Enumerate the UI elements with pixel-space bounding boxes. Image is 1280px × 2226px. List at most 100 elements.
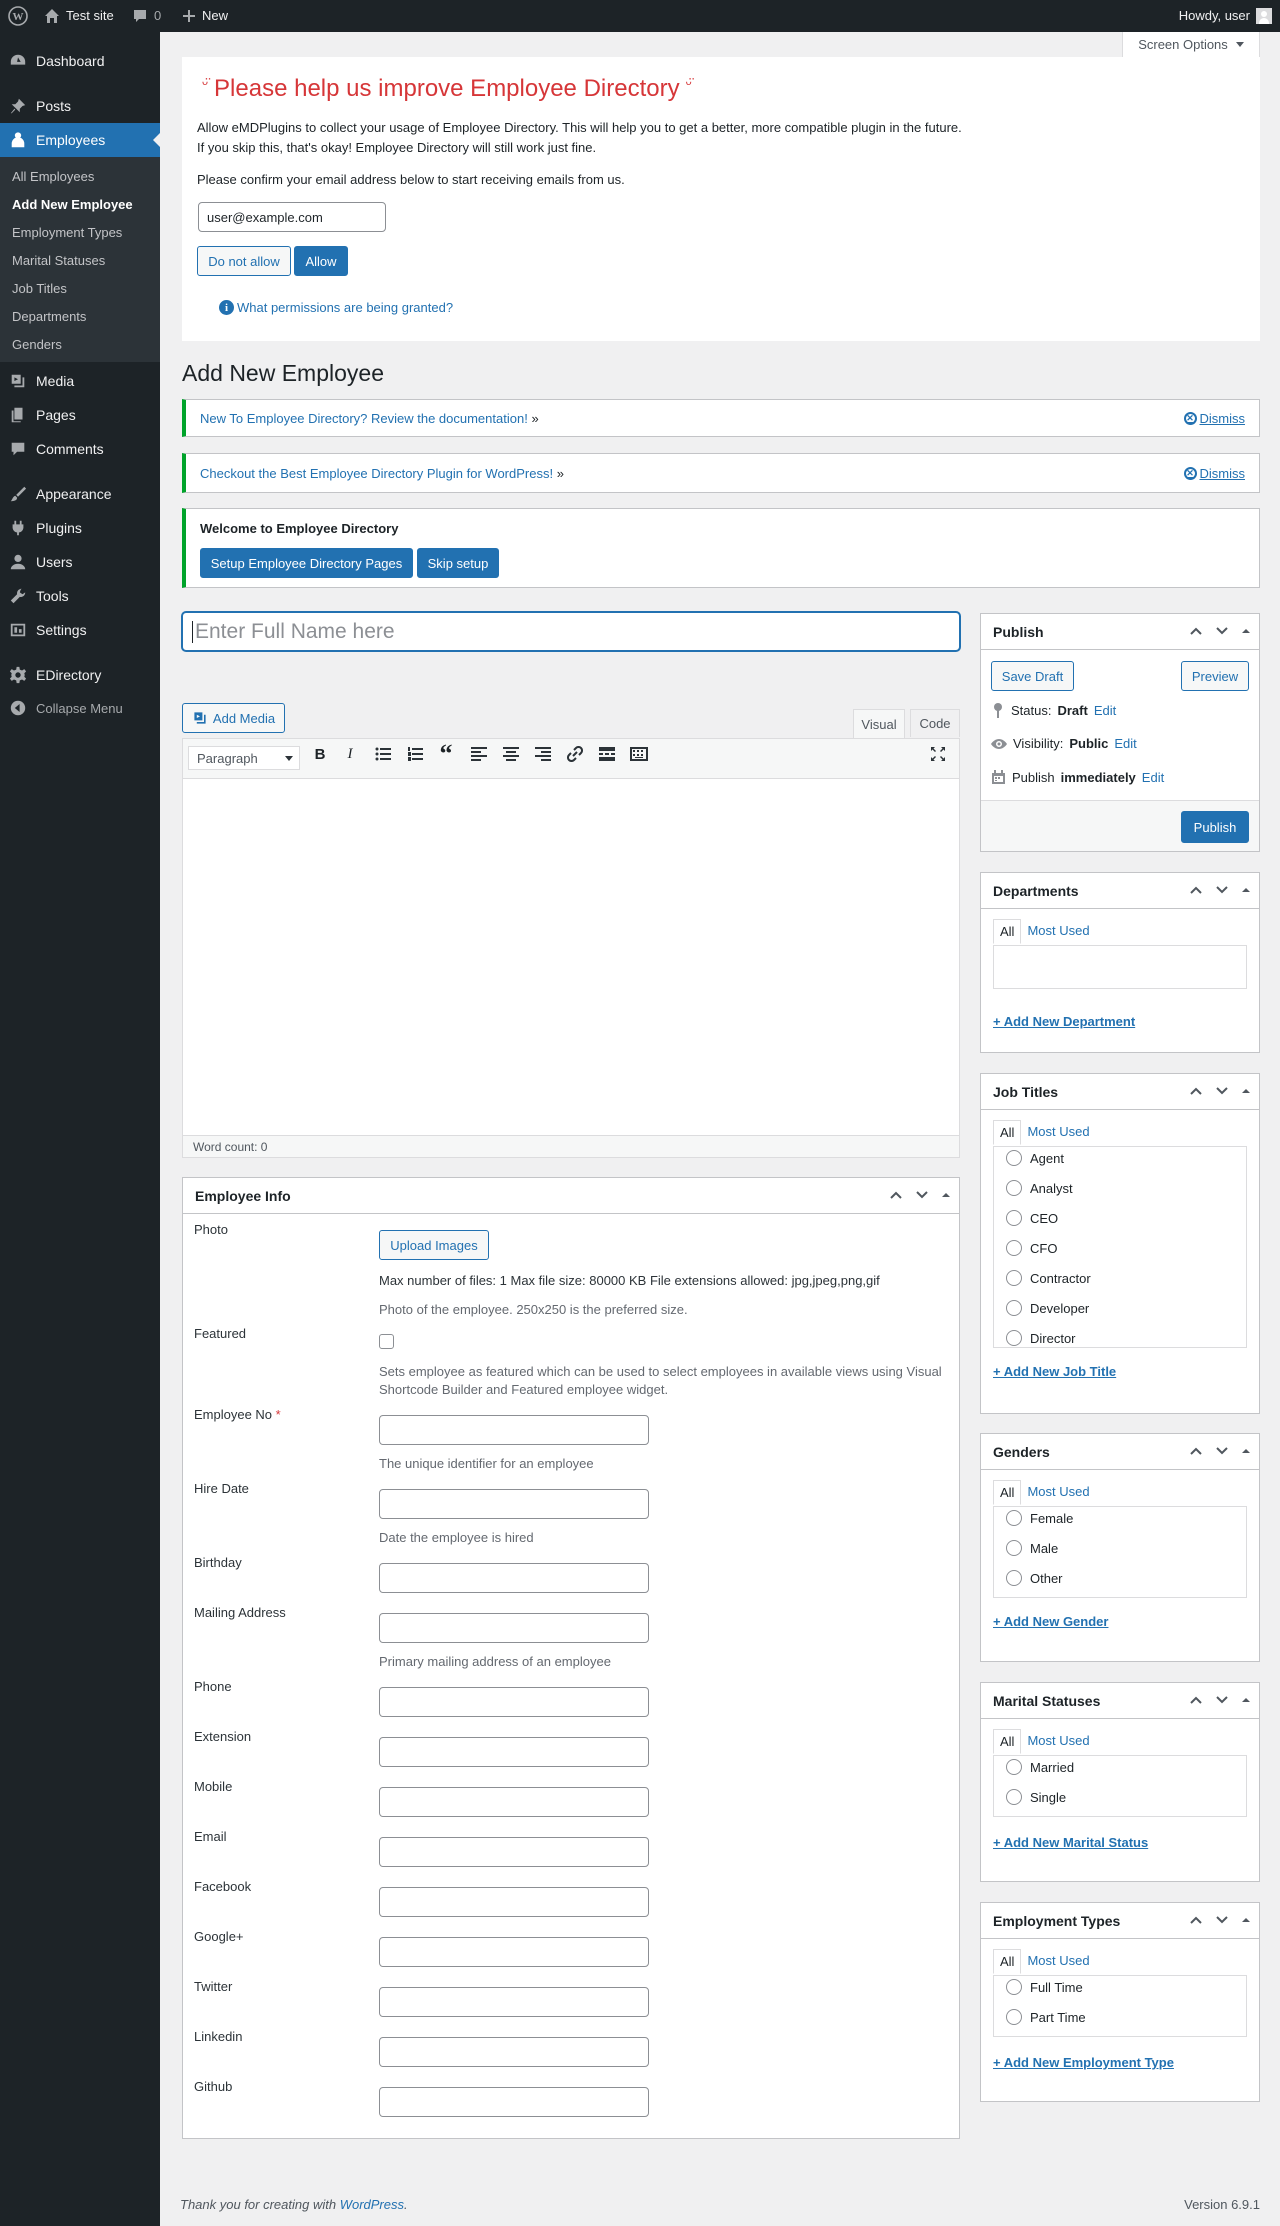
- add-new-marital-status-link[interactable]: + Add New Marital Status: [993, 1835, 1148, 1850]
- sidebar-item-edirectory[interactable]: EDirectory: [0, 658, 160, 692]
- tab-most-used[interactable]: Most Used: [1021, 1729, 1095, 1754]
- sidebar-item-employees[interactable]: Employees: [0, 123, 160, 157]
- sidebar-item-settings[interactable]: Settings: [0, 613, 160, 647]
- align-center-button[interactable]: [501, 744, 521, 764]
- googleplus-input[interactable]: [379, 1937, 649, 1967]
- align-left-button[interactable]: [469, 744, 489, 764]
- twitter-input[interactable]: [379, 1987, 649, 2017]
- radio-button[interactable]: [1006, 1150, 1022, 1166]
- mailing-address-input[interactable]: [379, 1613, 649, 1643]
- radio-button[interactable]: [1006, 1180, 1022, 1196]
- extension-input[interactable]: [379, 1737, 649, 1767]
- skip-setup-button[interactable]: Skip setup: [417, 548, 499, 578]
- radio-button[interactable]: [1006, 1510, 1022, 1526]
- wordpress-link[interactable]: WordPress: [340, 2197, 404, 2212]
- user-account-link[interactable]: Howdy, user: [1179, 0, 1272, 32]
- phone-input[interactable]: [379, 1687, 649, 1717]
- publish-button[interactable]: Publish: [1181, 811, 1249, 843]
- birthday-input[interactable]: [379, 1563, 649, 1593]
- chevron-up-icon[interactable]: [889, 1188, 903, 1202]
- radio-button[interactable]: [1006, 1210, 1022, 1226]
- tab-most-used[interactable]: Most Used: [1021, 1120, 1095, 1145]
- list-item[interactable]: Married: [1006, 1759, 1074, 1775]
- collapse-toggle-icon[interactable]: [1241, 626, 1251, 636]
- hire-date-input[interactable]: [379, 1489, 649, 1519]
- best-plugin-link[interactable]: Checkout the Best Employee Directory Plu…: [200, 466, 553, 481]
- radio-button[interactable]: [1006, 2009, 1022, 2025]
- italic-button[interactable]: I: [340, 744, 360, 764]
- radio-button[interactable]: [1006, 1540, 1022, 1556]
- add-new-job-title-link[interactable]: + Add New Job Title: [993, 1364, 1116, 1379]
- edit-visibility-link[interactable]: Edit: [1114, 736, 1136, 751]
- radio-button[interactable]: [1006, 1240, 1022, 1256]
- sidebar-item-appearance[interactable]: Appearance: [0, 477, 160, 511]
- list-item[interactable]: Part Time: [1006, 2009, 1086, 2025]
- tab-all[interactable]: All: [993, 1729, 1022, 1754]
- toolbar-toggle-button[interactable]: [629, 744, 649, 764]
- github-input[interactable]: [379, 2087, 649, 2117]
- format-select[interactable]: Paragraph: [188, 746, 300, 770]
- list-item[interactable]: Agent: [1006, 1150, 1064, 1166]
- collapse-menu-button[interactable]: Collapse Menu: [0, 691, 160, 725]
- submenu-genders[interactable]: Genders: [12, 337, 62, 352]
- sidebar-item-tools[interactable]: Tools: [0, 579, 160, 613]
- numbered-list-button[interactable]: [405, 744, 425, 764]
- insert-link-button[interactable]: [565, 744, 585, 764]
- tab-all[interactable]: All: [993, 919, 1022, 944]
- setup-pages-button[interactable]: Setup Employee Directory Pages: [200, 548, 413, 578]
- radio-button[interactable]: [1006, 1979, 1022, 1995]
- permissions-link[interactable]: i What permissions are being granted?: [219, 300, 453, 315]
- list-item[interactable]: Developer: [1006, 1300, 1089, 1316]
- do-not-allow-button[interactable]: Do not allow: [197, 246, 291, 276]
- allow-button[interactable]: Allow: [294, 246, 348, 276]
- sidebar-item-plugins[interactable]: Plugins: [0, 511, 160, 545]
- radio-button[interactable]: [1006, 1759, 1022, 1775]
- radio-button[interactable]: [1006, 1270, 1022, 1286]
- facebook-input[interactable]: [379, 1887, 649, 1917]
- radio-button[interactable]: [1006, 1570, 1022, 1586]
- list-item[interactable]: Analyst: [1006, 1180, 1073, 1196]
- list-item[interactable]: Full Time: [1006, 1979, 1083, 1995]
- dismiss-button[interactable]: ✕ Dismiss: [1183, 454, 1245, 492]
- edit-publish-date-link[interactable]: Edit: [1142, 770, 1164, 785]
- employee-name-input[interactable]: Enter Full Name here: [182, 612, 960, 651]
- add-new-department-link[interactable]: + Add New Department: [993, 1014, 1135, 1029]
- submenu-employment-types[interactable]: Employment Types: [12, 225, 122, 240]
- employee-no-input[interactable]: [379, 1415, 649, 1445]
- fullscreen-button[interactable]: [928, 744, 948, 764]
- chevron-up-icon[interactable]: [1189, 1444, 1203, 1458]
- submenu-departments[interactable]: Departments: [12, 309, 86, 324]
- collapse-toggle-icon[interactable]: [1241, 1695, 1251, 1705]
- sidebar-item-media[interactable]: Media: [0, 364, 160, 398]
- add-new-gender-link[interactable]: + Add New Gender: [993, 1614, 1108, 1629]
- list-item[interactable]: Contractor: [1006, 1270, 1091, 1286]
- submenu-job-titles[interactable]: Job Titles: [12, 281, 67, 296]
- radio-button[interactable]: [1006, 1300, 1022, 1316]
- list-item[interactable]: Male: [1006, 1540, 1058, 1556]
- tab-code[interactable]: Code: [910, 709, 960, 737]
- save-draft-button[interactable]: Save Draft: [991, 661, 1074, 691]
- radio-button[interactable]: [1006, 1330, 1022, 1346]
- chevron-down-icon[interactable]: [1215, 1084, 1229, 1098]
- site-name-link[interactable]: Test site: [44, 0, 114, 32]
- read-more-button[interactable]: [597, 744, 617, 764]
- list-item[interactable]: CFO: [1006, 1240, 1057, 1256]
- submenu-all-employees[interactable]: All Employees: [12, 169, 94, 184]
- chevron-up-icon[interactable]: [1189, 883, 1203, 897]
- comments-link[interactable]: 0: [132, 0, 161, 32]
- sidebar-item-users[interactable]: Users: [0, 545, 160, 579]
- add-media-button[interactable]: Add Media: [182, 703, 285, 733]
- chevron-up-icon[interactable]: [1189, 1913, 1203, 1927]
- bullet-list-button[interactable]: [373, 744, 393, 764]
- collapse-toggle-icon[interactable]: [1241, 885, 1251, 895]
- edit-status-link[interactable]: Edit: [1094, 703, 1116, 718]
- chevron-down-icon[interactable]: [1215, 1913, 1229, 1927]
- list-item[interactable]: Single: [1006, 1789, 1066, 1805]
- mobile-input[interactable]: [379, 1787, 649, 1817]
- chevron-down-icon[interactable]: [1215, 1693, 1229, 1707]
- tab-all[interactable]: All: [993, 1120, 1022, 1145]
- tab-visual[interactable]: Visual: [853, 709, 905, 739]
- featured-checkbox[interactable]: [379, 1334, 394, 1349]
- list-item[interactable]: Female: [1006, 1510, 1073, 1526]
- blockquote-button[interactable]: “: [436, 741, 456, 767]
